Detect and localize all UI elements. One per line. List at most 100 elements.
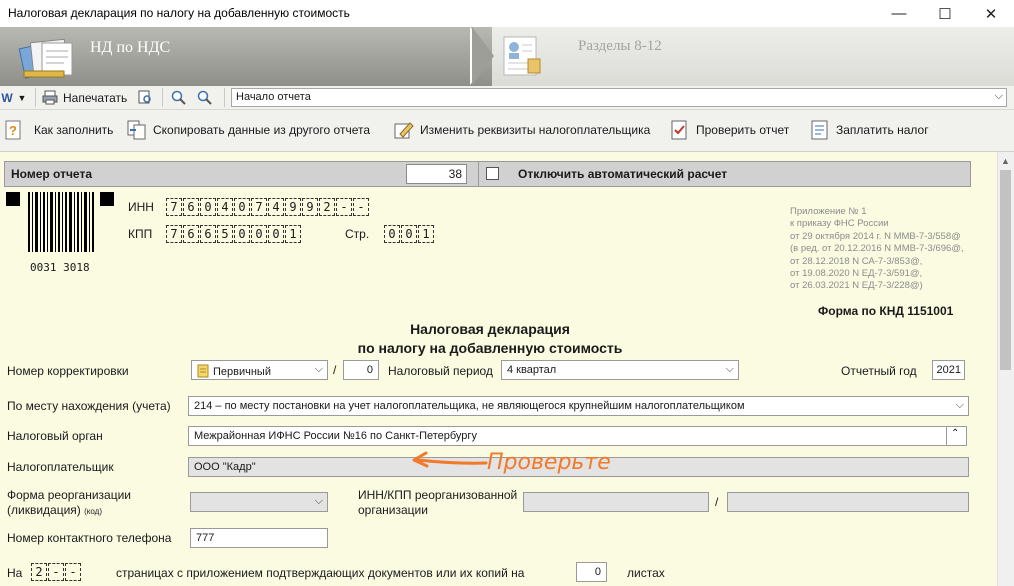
chevron-down-icon: ⌵ bbox=[994, 90, 1003, 102]
inn-cell: - bbox=[336, 198, 352, 216]
copy-icon bbox=[127, 120, 147, 140]
auto-calc-label: Отключить автоматический расчет bbox=[518, 167, 728, 181]
correction-label: Номер корректировки bbox=[7, 364, 129, 378]
zoom-in-icon[interactable] bbox=[170, 89, 188, 106]
pages-cells[interactable]: 2 - - bbox=[31, 563, 82, 581]
reorg-code-label: (код) bbox=[84, 507, 102, 516]
kpp-cell: 6 bbox=[183, 225, 199, 243]
period-select[interactable]: 4 квартал ⌵ bbox=[501, 360, 739, 380]
correction-type-select[interactable]: Первичный ⌵ bbox=[191, 360, 328, 380]
annotation-arrow-icon bbox=[412, 451, 488, 468]
close-button[interactable]: ✕ bbox=[968, 0, 1014, 27]
step-arrow bbox=[472, 27, 494, 85]
scrollbar-thumb[interactable] bbox=[1000, 170, 1011, 370]
inn-cell: 7 bbox=[166, 198, 182, 216]
correction-type-value: Первичный bbox=[213, 366, 271, 378]
copy-data-button[interactable]: Скопировать данные из другого отчета bbox=[127, 118, 370, 142]
kpp-cell: 5 bbox=[217, 225, 233, 243]
correction-slash: / bbox=[333, 363, 337, 377]
documents-icon bbox=[18, 38, 73, 79]
location-select[interactable]: 214 – по месту постановки на учет налого… bbox=[188, 396, 969, 416]
chevron-down-icon: ⌵ bbox=[955, 399, 964, 411]
how-to-fill-label: Как заполнить bbox=[34, 123, 114, 137]
edit-taxpayer-button[interactable]: Изменить реквизиты налогоплательщика bbox=[394, 118, 650, 142]
toolbar-divider bbox=[162, 88, 163, 107]
period-label: Налоговый период bbox=[388, 364, 493, 378]
inn-cell: 9 bbox=[302, 198, 318, 216]
auto-calc-checkbox[interactable] bbox=[486, 167, 499, 180]
reorg-inn-label-line2: организации bbox=[358, 503, 428, 517]
report-number-input[interactable]: 38 bbox=[406, 164, 467, 184]
section-navigation-select[interactable]: Начало отчета ⌵ bbox=[231, 88, 1007, 107]
inn-label: ИНН bbox=[128, 200, 154, 214]
appendix-reference: Приложение № 1 к приказу ФНС России от 2… bbox=[790, 206, 964, 293]
document-title: Налоговая декларация по налогу на добавл… bbox=[320, 320, 660, 358]
inn-cell: 0 bbox=[200, 198, 216, 216]
inn-cell: 9 bbox=[285, 198, 301, 216]
annotation-check-text: Проверьте bbox=[487, 450, 611, 475]
inn-cell: 4 bbox=[268, 198, 284, 216]
year-label: Отчетный год bbox=[841, 364, 917, 378]
kpp-cell: 6 bbox=[200, 225, 216, 243]
chevron-up-icon: ⌃ bbox=[951, 428, 960, 439]
step-vat-declaration[interactable]: НД по НДС bbox=[0, 27, 492, 86]
barcode-number: 0031 3018 bbox=[30, 261, 90, 274]
inn-cell: 7 bbox=[251, 198, 267, 216]
pages-cell[interactable]: - bbox=[48, 563, 64, 581]
kpp-label: КПП bbox=[128, 227, 153, 241]
pay-tax-button[interactable]: Заплатить налог bbox=[810, 118, 929, 142]
inn-cells: 7 6 0 4 0 7 4 9 9 2 - - bbox=[166, 198, 370, 216]
printer-icon[interactable] bbox=[41, 89, 59, 106]
tax-authority-picker-button[interactable]: ⌃ bbox=[946, 426, 967, 446]
zoom-out-icon[interactable] bbox=[196, 89, 214, 106]
print-preview-icon[interactable] bbox=[136, 89, 154, 106]
maximize-button[interactable]: ☐ bbox=[922, 0, 968, 27]
inn-cell: - bbox=[353, 198, 369, 216]
how-to-fill-button[interactable]: ? Как заполнить bbox=[4, 118, 113, 142]
appendix-line: от 28.12.2018 N СА-7-3/853@, bbox=[790, 255, 923, 267]
inn-cell: 4 bbox=[217, 198, 233, 216]
chevron-down-icon: ⌵ bbox=[725, 363, 734, 375]
tax-authority-input[interactable]: Межрайонная ИФНС России №16 по Санкт-Пет… bbox=[188, 426, 947, 446]
form-pages-icon[interactable] bbox=[498, 31, 548, 81]
page-cell: 1 bbox=[418, 225, 434, 243]
appendix-line: (в ред. от 20.12.2016 N ММВ-7-3/696@, bbox=[790, 243, 964, 255]
document-title-line1: Налоговая декларация bbox=[410, 321, 570, 337]
step-label: НД по НДС bbox=[90, 39, 171, 56]
step-sections-8-12[interactable]: Разделы 8-12 bbox=[578, 38, 662, 55]
barcode-marker-right bbox=[100, 192, 114, 206]
word-icon[interactable]: W bbox=[0, 89, 14, 106]
reorg-inn-label-line1: ИНН/КПП реорганизованной bbox=[358, 488, 518, 502]
location-value: 214 – по месту постановки на учет налого… bbox=[194, 400, 745, 412]
reorg-form-select[interactable]: ⌵ bbox=[190, 492, 328, 512]
appendix-line: Приложение № 1 bbox=[790, 206, 867, 217]
report-number-label: Номер отчета bbox=[11, 167, 92, 181]
reorg-inn-input[interactable] bbox=[523, 492, 709, 512]
check-icon bbox=[670, 120, 690, 140]
scroll-up-icon[interactable]: ▲ bbox=[997, 152, 1014, 169]
page-cells: 0 0 1 bbox=[384, 225, 435, 243]
print-button[interactable]: Напечатать bbox=[63, 91, 127, 105]
page-cell: 0 bbox=[384, 225, 400, 243]
reorg-label-line1: Форма реорганизации bbox=[7, 488, 131, 502]
reorg-label-line2: (ликвидация) bbox=[7, 503, 81, 517]
inn-cell: 2 bbox=[319, 198, 335, 216]
kpp-cell: 0 bbox=[268, 225, 284, 243]
appendix-line: от 26.03.2021 N ЕД-7-3/228@) bbox=[790, 280, 923, 292]
svg-text:?: ? bbox=[9, 123, 17, 138]
pages-cell[interactable]: - bbox=[65, 563, 81, 581]
phone-input[interactable]: 777 bbox=[190, 528, 328, 548]
reorg-kpp-input[interactable] bbox=[727, 492, 969, 512]
appendix-line: от 29 октября 2014 г. N ММВ-7-3/558@ bbox=[790, 230, 961, 242]
page-cell: 0 bbox=[401, 225, 417, 243]
report-bar-divider bbox=[478, 162, 479, 186]
minimize-button[interactable]: — bbox=[876, 0, 922, 27]
pages-cell[interactable]: 2 bbox=[31, 563, 47, 581]
chevron-down-icon[interactable]: ▼ bbox=[16, 89, 28, 106]
check-report-button[interactable]: Проверить отчет bbox=[670, 118, 789, 142]
document-title-line2: по налогу на добавленную стоимость bbox=[357, 340, 623, 356]
correction-number-input[interactable]: 0 bbox=[343, 360, 379, 380]
year-input[interactable]: 2021 bbox=[932, 360, 965, 380]
sheets-input[interactable]: 0 bbox=[576, 562, 607, 582]
barcode-marker-left bbox=[6, 192, 20, 206]
